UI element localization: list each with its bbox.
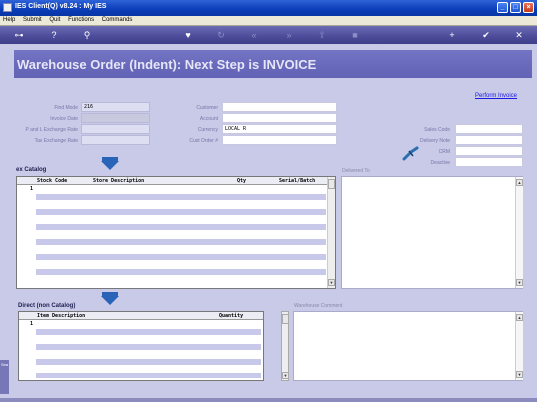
scroll-down-button[interactable]: ▼ — [328, 279, 335, 286]
close-window-button[interactable]: × — [523, 2, 534, 13]
invoice-date-label: Invoice Date — [50, 116, 78, 122]
tax-exchange-rate-label: Tax Exchange Rate — [34, 138, 78, 144]
direct-grid[interactable]: Item Description Quantity 1 — [18, 311, 264, 381]
fast-forward-icon[interactable]: » — [282, 29, 296, 41]
table-row[interactable] — [36, 269, 326, 275]
comment-scrollbar[interactable]: ▲ ▼ — [515, 312, 523, 380]
col-store-description[interactable]: Store Description — [93, 178, 144, 184]
customer-field[interactable] — [222, 102, 337, 112]
invoice-date-field[interactable] — [81, 113, 150, 123]
find-mode-label: Find Mode — [54, 105, 78, 111]
catalog-grid[interactable]: Stock Code Store Description Qty Serial/… — [16, 176, 336, 289]
row-number: 1 — [30, 321, 34, 327]
row-number: 1 — [30, 186, 34, 192]
catalog-scrollbar[interactable]: ▼ — [327, 177, 335, 288]
toolbar: ⊶ ? ⚲ ♥ ↻ « » ⇧ ■ + ✔ ✕ — [0, 26, 537, 44]
customer-label: Customer — [196, 105, 218, 111]
crm-field[interactable] — [455, 146, 523, 156]
scroll-thumb[interactable] — [282, 314, 289, 324]
stop-icon[interactable]: ■ — [348, 29, 362, 41]
table-row[interactable] — [36, 194, 326, 200]
page-header: Warehouse Order (Indent): Next Step is I… — [14, 50, 532, 78]
table-row[interactable] — [36, 209, 326, 215]
pl-exchange-rate-field[interactable] — [81, 124, 150, 134]
title-bar: IES Client(Q) v8.24 : My IES _ □ × — [0, 0, 537, 16]
find-mode-field[interactable]: 216 — [81, 102, 150, 112]
table-row[interactable] — [36, 329, 261, 335]
menu-quit[interactable]: Quit — [46, 16, 63, 24]
col-stock-code[interactable]: Stock Code — [37, 178, 67, 184]
sales-code-label: Sales Code — [424, 127, 450, 133]
table-row[interactable] — [36, 239, 326, 245]
direct-header: Item Description Quantity — [19, 312, 263, 320]
warehouse-comment-field[interactable]: ▲ ▼ — [293, 311, 523, 381]
direct-scrollbar[interactable]: ▼ — [281, 311, 289, 381]
menu-commands[interactable]: Commands — [99, 16, 136, 24]
cust-order-label: Cust Order # — [189, 138, 218, 144]
menu-submit[interactable]: Submit — [20, 16, 45, 24]
col-item-description[interactable]: Item Description — [37, 313, 85, 319]
rewind-icon[interactable]: « — [247, 29, 261, 41]
delivery-note-label: Delivery Note — [419, 138, 450, 144]
menu-functions[interactable]: Functions — [65, 16, 97, 24]
col-qty[interactable]: Qty — [237, 178, 246, 184]
delivered-to-scrollbar[interactable]: ▲ ▼ — [515, 177, 523, 288]
heart-icon[interactable]: ♥ — [181, 29, 195, 41]
status-bar — [0, 398, 537, 402]
cust-order-field[interactable] — [222, 135, 337, 145]
delivered-to-field[interactable]: ▲ ▼ — [341, 176, 523, 289]
scroll-thumb[interactable] — [328, 179, 335, 189]
confirm-icon[interactable]: ✔ — [479, 29, 493, 41]
link-icon[interactable] — [402, 146, 420, 162]
scroll-up-button[interactable]: ▲ — [516, 314, 523, 321]
window-title: IES Client(Q) v8.24 : My IES — [15, 3, 107, 10]
arrow-down-icon — [101, 292, 119, 305]
deactive-field[interactable] — [455, 157, 523, 167]
scroll-down-button[interactable]: ▼ — [282, 372, 289, 379]
side-tab[interactable]: Sea — [0, 360, 9, 394]
direct-section-title: Direct (non Catalog) — [18, 303, 76, 309]
upload-icon[interactable]: ⇧ — [315, 29, 329, 41]
key-icon[interactable]: ⊶ — [8, 29, 30, 41]
delivered-to-label: Delivered To — [342, 168, 370, 174]
sales-code-field[interactable] — [455, 124, 523, 134]
currency-field[interactable]: LOCAL R — [222, 124, 337, 134]
scroll-down-button[interactable]: ▼ — [516, 371, 523, 378]
menu-help[interactable]: Help — [0, 16, 18, 24]
menu-bar: Help Submit Quit Functions Commands — [0, 16, 537, 26]
maximize-button[interactable]: □ — [510, 2, 521, 13]
side-tab-label: Sea — [1, 362, 9, 367]
minimize-button[interactable]: _ — [497, 2, 508, 13]
perform-invoice-link[interactable]: Perform Invoice — [475, 93, 517, 99]
help-icon[interactable]: ? — [47, 29, 61, 41]
app-icon — [3, 3, 12, 12]
col-serial-batch[interactable]: Serial/Batch — [279, 178, 315, 184]
delivery-note-field[interactable] — [455, 135, 523, 145]
account-field[interactable] — [222, 113, 337, 123]
tax-exchange-rate-field[interactable] — [81, 135, 150, 145]
account-label: Account — [199, 116, 218, 122]
currency-label: Currency — [197, 127, 218, 133]
table-row[interactable] — [36, 373, 261, 378]
warehouse-comment-label: Warehouse Comment — [294, 303, 343, 309]
table-row[interactable] — [36, 359, 261, 365]
table-row[interactable] — [36, 224, 326, 230]
scroll-down-button[interactable]: ▼ — [516, 279, 523, 286]
arrow-down-icon — [101, 157, 119, 170]
scroll-up-button[interactable]: ▲ — [516, 179, 523, 186]
catalog-header: Stock Code Store Description Qty Serial/… — [17, 177, 327, 185]
table-row[interactable] — [36, 344, 261, 350]
search-icon[interactable]: ⚲ — [80, 29, 94, 41]
close-icon[interactable]: ✕ — [512, 29, 526, 41]
col-quantity[interactable]: Quantity — [219, 313, 243, 319]
table-row[interactable] — [36, 254, 326, 260]
history-icon[interactable]: ↻ — [214, 29, 228, 41]
pl-exchange-rate-label: P and L Exchange Rate — [25, 127, 78, 133]
page-title: Warehouse Order (Indent): Next Step is I… — [17, 57, 317, 72]
add-icon[interactable]: + — [445, 29, 459, 41]
catalog-section-title: ex Catalog — [16, 167, 47, 173]
